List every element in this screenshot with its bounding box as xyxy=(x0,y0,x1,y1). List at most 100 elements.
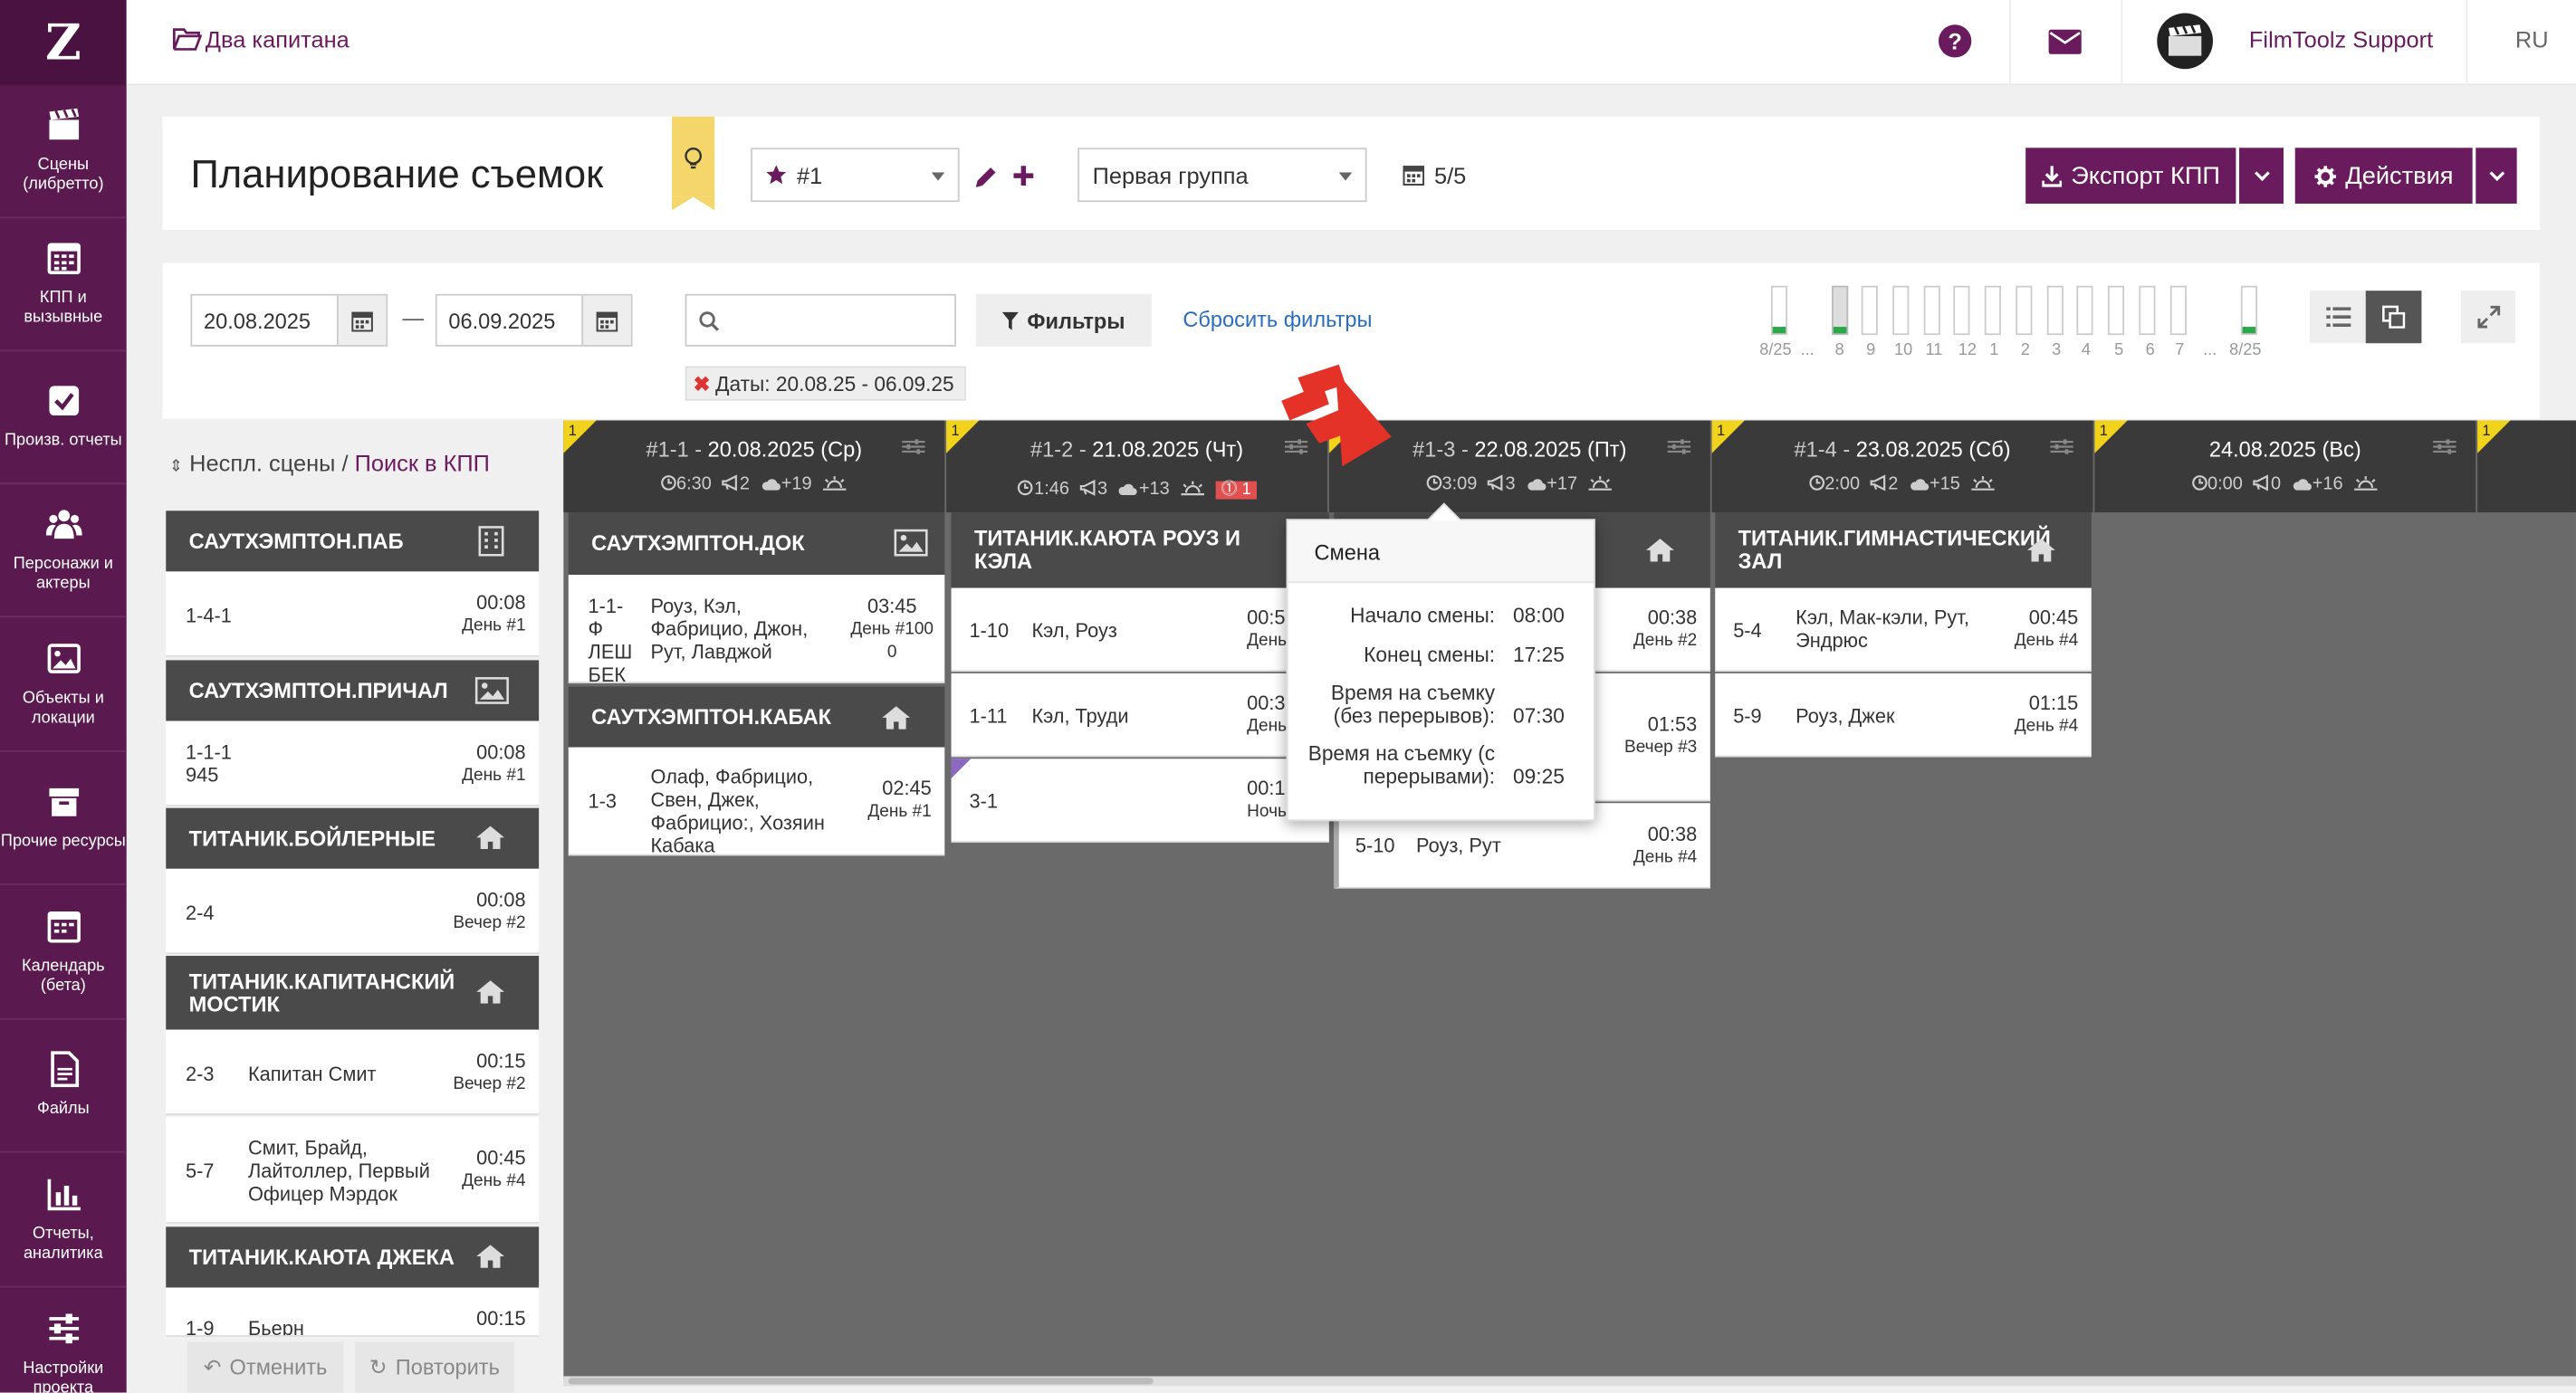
user-name[interactable]: FilmToolz Support xyxy=(2249,26,2433,52)
scene-card[interactable]: 1-1-Ф ЛЕШ БЕК Роуз, Кэл, Фабрицио, Джон,… xyxy=(568,575,945,686)
location-header[interactable]: ТИТАНИК.КАПИТАНСКИЙ МОСТИК xyxy=(166,955,540,1030)
scene-card[interactable]: 2-4 00:08 Вечер #2 xyxy=(166,868,540,955)
date-to-input[interactable]: 06.09.2025 xyxy=(435,293,633,347)
day-load-bar[interactable] xyxy=(1984,285,2001,336)
day-column-header[interactable]: 1 #1-4 - 23.08.2025 (Сб) 2:00 2 +15 xyxy=(1711,420,2093,513)
mail-icon[interactable] xyxy=(2048,29,2082,54)
calendar-icon[interactable] xyxy=(336,295,387,346)
sort-icon[interactable]: ⇕ xyxy=(169,458,183,476)
column-settings[interactable] xyxy=(902,438,925,454)
tab-search-kpp[interactable]: Поиск в КПП xyxy=(355,450,490,476)
day-load-bar[interactable] xyxy=(1953,285,1970,336)
scene-card[interactable]: 1-11 Кэл, Труди 00:3 День xyxy=(951,673,1329,758)
nav-reports[interactable]: Произв. отчеты xyxy=(0,351,127,485)
day-load-bar[interactable] xyxy=(1861,285,1878,336)
day-duration: 1:46 xyxy=(1034,479,1069,500)
export-button[interactable]: Экспорт КПП xyxy=(2025,148,2236,204)
location-header[interactable]: САУТХЭМПТОН.КАБАК xyxy=(568,686,945,748)
scene-card[interactable]: 5-9 Роуз, Джек 01:15 День #4 xyxy=(1715,673,2092,758)
day-load-bar[interactable] xyxy=(1892,285,1910,336)
nav-analytics[interactable]: Отчеты, аналитика xyxy=(0,1155,127,1288)
location-header[interactable]: ТИТАНИК.КАЮТА РОУЗ И КЭЛА xyxy=(951,512,1329,588)
pencil-icon[interactable] xyxy=(974,166,997,188)
megaphone-icon xyxy=(1488,474,1503,491)
day-load-bar[interactable] xyxy=(2107,285,2125,336)
nav-kpp[interactable]: КПП и вызывные xyxy=(0,218,127,352)
language-switch[interactable]: RU xyxy=(2515,26,2549,52)
filters-button[interactable]: Фильтры xyxy=(975,293,1152,347)
actions-dropdown-button[interactable] xyxy=(2475,148,2517,204)
list-view-button[interactable] xyxy=(2310,291,2366,344)
plus-icon[interactable] xyxy=(1012,164,1035,186)
nav-characters[interactable]: Персонажи и актеры xyxy=(0,484,127,618)
export-dropdown-button[interactable] xyxy=(2239,148,2284,204)
scene-card[interactable]: 1-9 Бьерн 00:15 xyxy=(166,1287,540,1337)
location-header[interactable]: САУТХЭМПТОН.ПРИЧАЛ xyxy=(166,660,540,721)
day-load-bar[interactable] xyxy=(2076,285,2093,336)
sliders-icon[interactable] xyxy=(2433,438,2456,454)
location-header[interactable]: САУТХЭМПТОН.ДОК xyxy=(568,512,945,576)
scene-card[interactable]: 1-10 Кэл, Роуз 00:5 День xyxy=(951,587,1329,673)
scene-card[interactable]: 1-3 Олаф, Фабрицио, Свен, Джек, Фабрицио… xyxy=(568,747,945,857)
nav-scenes[interactable]: Сцены (либретто) xyxy=(0,85,127,219)
project-link[interactable]: Два капитана xyxy=(172,26,350,52)
nav-locations[interactable]: Объекты и локации xyxy=(0,619,127,752)
date-from-input[interactable]: 20.08.2025 xyxy=(190,293,388,347)
help-icon[interactable]: ? xyxy=(1938,24,1972,58)
scene-card[interactable]: 1-4-1 00:08 День #1 xyxy=(166,571,540,657)
location-header[interactable]: ТИТАНИК.КАЮТА ДЖЕКА xyxy=(166,1226,540,1288)
column-settings[interactable] xyxy=(2050,438,2073,454)
sliders-icon[interactable] xyxy=(1667,438,1691,454)
calendar-icon xyxy=(46,911,80,943)
day-load-bar[interactable] xyxy=(1923,285,1940,336)
close-icon[interactable]: ✖ xyxy=(694,371,711,396)
day-load-bar[interactable] xyxy=(1770,285,1788,336)
day-column-header[interactable]: 1 #1-2 - 21.08.2025 (Чт) 1:46 3 +13 ⓵ 1 xyxy=(946,420,1328,513)
tab-unscheduled[interactable]: Неспл. сцены xyxy=(189,450,335,476)
board-view-button[interactable] xyxy=(2365,291,2422,344)
day-column-header[interactable]: 1 #1-1 - 20.08.2025 (Ср) 6:30 2 +19 xyxy=(563,420,945,513)
alert-badge[interactable]: ⓵ 1 xyxy=(1215,481,1257,500)
day-column-header[interactable]: 1 24.08.2025 (Вс) 0:00 0 +16 xyxy=(2094,420,2476,513)
group-select[interactable]: Первая группа xyxy=(1077,148,1367,203)
scene-card[interactable]: 5-4 Кэл, Мак-кэли, Рут, Эндрюс 00:45 День… xyxy=(1715,587,2092,673)
nav-settings[interactable]: Настройки проекта xyxy=(0,1287,127,1393)
day-load-bar[interactable] xyxy=(2016,285,2033,336)
search-input[interactable] xyxy=(685,293,956,347)
column-settings[interactable] xyxy=(2433,438,2456,454)
filter-chip[interactable]: ✖ Даты: 20.08.25 - 06.09.25 xyxy=(685,366,966,401)
nav-resources[interactable]: Прочие ресурсы xyxy=(0,752,127,885)
day-load-bar[interactable] xyxy=(2240,285,2257,336)
day-load-bar[interactable] xyxy=(2046,285,2064,336)
hint-bookmark[interactable] xyxy=(672,116,715,211)
reset-filters-link[interactable]: Сбросить фильтры xyxy=(1183,307,1372,331)
scene-card[interactable]: 1-1-1 945 00:08 День #1 xyxy=(166,720,540,806)
day-label: 10 xyxy=(1894,341,1913,360)
sliders-icon[interactable] xyxy=(902,438,925,454)
day-load-bar[interactable] xyxy=(1832,285,1849,336)
nav-files[interactable]: Файлы xyxy=(0,1020,127,1153)
fullscreen-button[interactable] xyxy=(2460,291,2515,344)
day-load-bar[interactable] xyxy=(2139,285,2156,336)
sliders-icon[interactable] xyxy=(2050,438,2073,454)
location-header[interactable]: САУТХЭМПТОН.ПАБ xyxy=(166,510,540,572)
scene-card[interactable]: 2-3 Капитан Смит 00:15 Вечер #2 xyxy=(166,1029,540,1115)
scene-card[interactable]: 5-7 Смит, Брайд, Лайтоллер, Первый Офице… xyxy=(166,1116,540,1224)
location-header[interactable]: ТИТАНИК.БОЙЛЕРНЫЕ xyxy=(166,807,540,869)
app-logo[interactable]: Z xyxy=(0,0,127,86)
calendar-icon[interactable] xyxy=(581,295,631,346)
scene-card[interactable]: 3-1 00:1 Ночь xyxy=(951,759,1329,843)
avatar[interactable] xyxy=(2157,13,2213,70)
day-load-bar[interactable] xyxy=(2169,285,2187,336)
scrollbar-thumb[interactable] xyxy=(568,1378,1154,1385)
day-column-header[interactable]: 1 xyxy=(2477,420,2576,513)
undo-button[interactable]: ↶ Отменить xyxy=(187,1341,344,1393)
schedule-select[interactable]: #1 xyxy=(751,148,960,203)
nav-calendar[interactable]: Календарь (бета) xyxy=(0,887,127,1020)
redo-button[interactable]: ↻ Повторить xyxy=(354,1341,514,1393)
actions-button[interactable]: Действия xyxy=(2294,148,2473,204)
location-header[interactable]: ТИТАНИК.ГИМНАСТИЧЕСКИЙ ЗАЛ xyxy=(1715,512,2092,588)
horizontal-scrollbar[interactable] xyxy=(563,1376,2576,1387)
column-settings[interactable] xyxy=(1667,438,1691,454)
scene-characters: Кэл, Мак-кэли, Рут, Эндрюс xyxy=(1796,606,1969,653)
